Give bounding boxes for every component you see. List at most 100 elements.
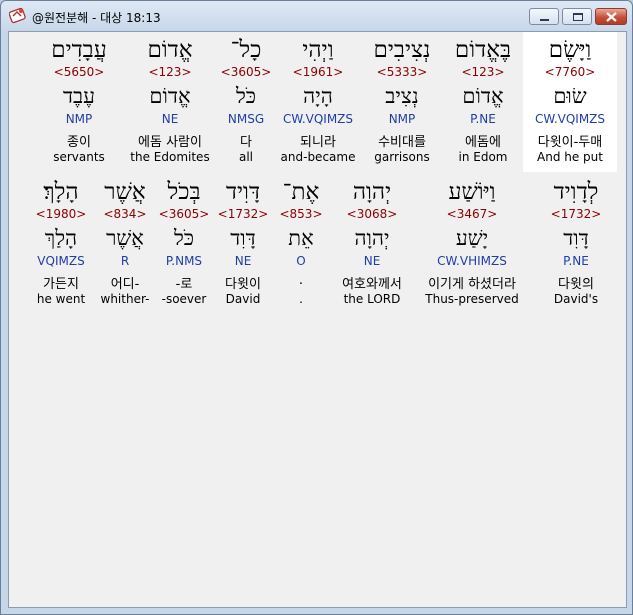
english-gloss: the LORD <box>343 292 401 306</box>
english-gloss: David <box>225 292 261 306</box>
parsing-code: P.NE <box>470 112 496 126</box>
word-cell[interactable]: אֶת־ <853> אֵת O . . <box>273 174 329 314</box>
korean-gloss: -로 <box>175 277 193 292</box>
english-gloss: and-became <box>280 150 356 164</box>
parsing-code: CW.VQIMZS <box>534 112 606 126</box>
lemma: כֹּל <box>173 226 195 250</box>
lemma: יְהוָה <box>354 226 390 250</box>
strong-number[interactable]: <123> <box>123 65 217 79</box>
close-button[interactable] <box>595 8 627 25</box>
parsing-code: NE <box>161 112 179 126</box>
strong-number[interactable]: <3605> <box>216 65 276 79</box>
strong-number[interactable]: <3467> <box>417 207 527 221</box>
parsing-code: VQIMZS <box>37 254 85 268</box>
lemma: יָשַׁע <box>455 226 489 250</box>
hebrew-word: בְּכֹל <box>167 179 201 205</box>
app-window: @원전분해 - 대상 18:13 עֲבָדִים <5650> עֶבֶד N… <box>0 0 633 615</box>
title-bar[interactable]: @원전분해 - 대상 18:13 <box>1 1 632 31</box>
parsing-code: R <box>120 254 130 268</box>
word-cell[interactable]: יְהוָה <3068> יְהוָה NE 여호와께서 the LORD <box>331 174 413 314</box>
word-cell[interactable]: וַיּוֹשַׁע <3467> יָשַׁע CW.VHIMZS 이기게 하… <box>417 174 527 314</box>
strong-number[interactable]: <3605> <box>155 207 213 221</box>
korean-gloss: 되니라 <box>300 135 336 150</box>
strong-number[interactable]: <5650> <box>34 65 124 79</box>
parsing-code: NMSG <box>227 112 265 126</box>
english-gloss: servants <box>53 150 105 164</box>
maximize-button[interactable] <box>562 8 592 25</box>
word-cell[interactable]: בֶּאֱדוֹם <123> אֱדוֹם P.NE 에돔에 in Edom <box>443 32 523 172</box>
korean-gloss: 수비대를 <box>378 135 426 150</box>
word-cell[interactable]: וַיְהִי <1961> הָיָה CW.VQIMZS 되니라 and-b… <box>275 32 361 172</box>
word-cell[interactable]: נְצִיבִים <5333> נְצִיב NMP 수비대를 garriso… <box>360 32 444 172</box>
strong-number[interactable]: <1732> <box>535 207 617 221</box>
strong-number[interactable]: <1732> <box>215 207 271 221</box>
word-cell[interactable]: כָל־ <3605> כֹּל NMSG 다 all <box>216 32 276 172</box>
bible-app-icon[interactable] <box>8 7 26 24</box>
korean-gloss: 다윗이 <box>225 277 261 292</box>
parsing-code: NE <box>234 254 252 268</box>
parsing-code: CW.VHIMZS <box>437 254 507 268</box>
interlinear-panel: עֲבָדִים <5650> עֶבֶד NMP 종이 servants אֱ… <box>8 31 627 608</box>
lemma: אֱדוֹם <box>462 84 504 108</box>
hebrew-word: אֶת־ <box>282 179 320 205</box>
hebrew-word: הָלָךְ׃ <box>43 179 79 205</box>
strong-number[interactable]: <3068> <box>331 207 413 221</box>
parsing-code: NMP <box>388 112 416 126</box>
korean-gloss: 이기게 하셨더라 <box>428 277 516 292</box>
korean-gloss: 여호와께서 <box>342 277 402 292</box>
parsing-code: CW.VQIMZS <box>282 112 354 126</box>
hebrew-word: כָל־ <box>230 37 262 63</box>
english-gloss: in Edom <box>458 150 508 164</box>
lemma: כֹּל <box>235 84 257 108</box>
hebrew-word: יְהוָה <box>352 179 392 205</box>
minimize-icon <box>540 19 549 21</box>
word-cell[interactable]: לְדָוִיד <1732> דָּוִד P.NE 다윗의 David's <box>535 174 617 314</box>
maximize-icon <box>573 13 583 21</box>
lemma: הָיָה <box>303 84 333 108</box>
verse-row-2: הָלָךְ׃ <1980> הָלַךְ VQIMZS 가든지 he went… <box>9 174 626 314</box>
hebrew-word: וַיְהִי <box>302 37 334 63</box>
hebrew-word: דָּוִיד <box>225 179 261 205</box>
lemma: נְצִיב <box>385 84 419 108</box>
strong-number[interactable]: <1961> <box>275 65 361 79</box>
korean-gloss: 다윗의 <box>558 277 594 292</box>
hebrew-word: וַיּוֹשַׁע <box>448 179 496 205</box>
parsing-code: P.NMS <box>165 254 203 268</box>
word-cell[interactable]: הָלָךְ׃ <1980> הָלַךְ VQIMZS 가든지 he went <box>27 174 95 314</box>
strong-number[interactable]: <7760> <box>523 65 617 79</box>
korean-gloss: . <box>298 273 304 288</box>
korean-gloss: 어디- <box>110 277 140 292</box>
korean-gloss: 에돔 사람이 <box>138 135 202 150</box>
english-gloss: the Edomites <box>130 150 210 164</box>
hebrew-word: וַיָּשֶׂם <box>548 37 592 63</box>
lemma: דָּוִד <box>563 226 589 250</box>
hebrew-word: נְצִיבִים <box>373 37 431 63</box>
parsing-code: P.NE <box>563 254 589 268</box>
lemma: עֶבֶד <box>62 84 96 108</box>
minimize-button[interactable] <box>529 8 559 25</box>
english-gloss: whither- <box>100 292 150 306</box>
english-gloss: -soever <box>161 292 207 306</box>
parsing-code: NE <box>363 254 381 268</box>
word-cell[interactable]: אֱדוֹם <123> אֱדוֹם NE 에돔 사람이 the Edomit… <box>123 32 217 172</box>
word-cell-selected[interactable]: וַיָּשֶׂם <7760> שׂוּם CW.VQIMZS 다윗이-두매 … <box>523 32 617 172</box>
strong-number[interactable]: <853> <box>273 207 329 221</box>
strong-number[interactable]: <5333> <box>360 65 444 79</box>
hebrew-word: עֲבָדִים <box>51 37 107 63</box>
strong-number[interactable]: <834> <box>97 207 153 221</box>
word-cell[interactable]: עֲבָדִים <5650> עֶבֶד NMP 종이 servants <box>34 32 124 172</box>
window-title: @원전분해 - 대상 18:13 <box>32 11 161 25</box>
english-gloss: Thus-preserved <box>425 292 519 306</box>
korean-gloss: 다윗이-두매 <box>537 135 603 150</box>
strong-number[interactable]: <123> <box>443 65 523 79</box>
word-cell[interactable]: אֲשֶׁר <834> אֲשֶׁר R 어디- whither- <box>97 174 153 314</box>
word-cell[interactable]: דָּוִיד <1732> דָּוִד NE 다윗이 David <box>215 174 271 314</box>
hebrew-word: לְדָוִיד <box>553 179 599 205</box>
korean-gloss: 다 <box>240 135 252 150</box>
parsing-code: NMP <box>65 112 93 126</box>
word-cell[interactable]: בְּכֹל <3605> כֹּל P.NMS -로 -soever <box>155 174 213 314</box>
hebrew-word: אֱדוֹם <box>147 37 193 63</box>
korean-gloss: 가든지 <box>43 277 79 292</box>
strong-number[interactable]: <1980> <box>27 207 95 221</box>
lemma: אֱדוֹם <box>149 84 191 108</box>
